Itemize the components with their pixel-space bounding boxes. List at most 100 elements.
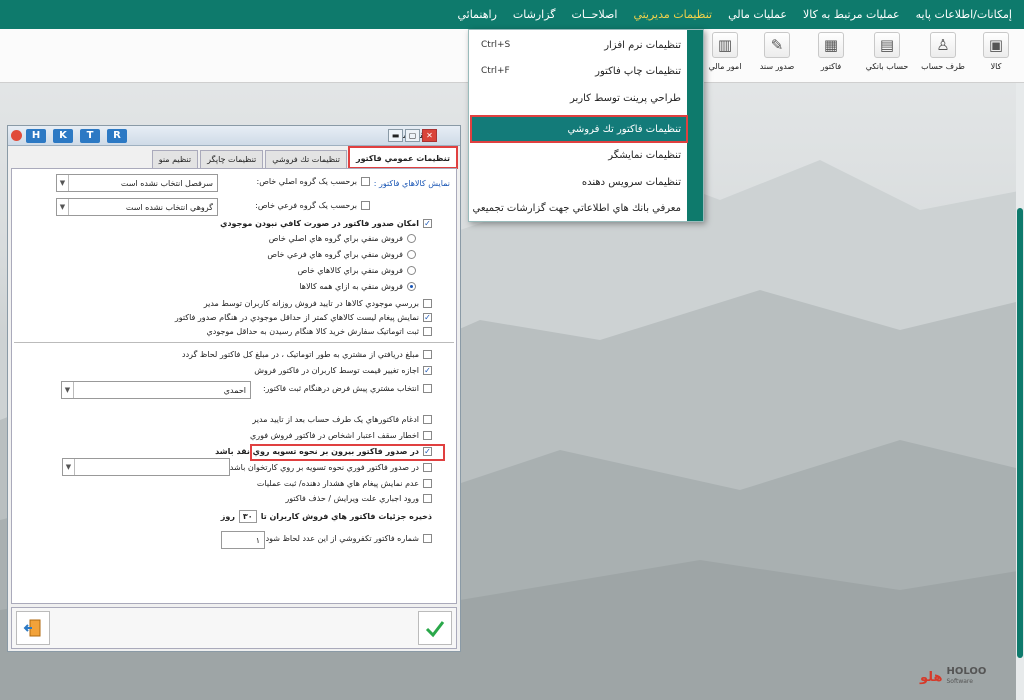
radio-sub-group-button[interactable] bbox=[407, 250, 416, 259]
sub-group-checkbox[interactable] bbox=[361, 201, 370, 210]
duplicate-number-row[interactable]: شماره فاكتور تكفروشي از اين عدد لحاظ شود bbox=[266, 534, 432, 543]
dd-databases[interactable]: معرفي بانك هاي اطلاعاتي جهت گزارشات تجمي… bbox=[471, 195, 687, 221]
radio-goods-button[interactable] bbox=[407, 266, 416, 275]
record-icon[interactable] bbox=[11, 130, 22, 141]
quick-settle-label: در صدور فاكتور فوري نحوه تسويه بر روي كا… bbox=[229, 463, 419, 472]
allow-invoice-checkbox[interactable]: ✓ bbox=[423, 219, 432, 228]
dd-server-settings[interactable]: تنظيمات سرويس دهنده bbox=[471, 169, 687, 195]
menu-goods-ops[interactable]: عمليات مرتبط به كالا bbox=[795, 0, 908, 29]
check-daily-row[interactable]: بررسي موجودي كالاها در تاييد فروش روزانه… bbox=[204, 299, 432, 308]
receipt-checkbox[interactable] bbox=[423, 350, 432, 359]
main-group-select[interactable]: سرفصل انتخاب نشده است ▼ bbox=[56, 174, 218, 192]
exit-button[interactable] bbox=[16, 611, 50, 645]
toolbar-goods-button[interactable]: ▣ كالا bbox=[973, 32, 1019, 78]
sub-group-select[interactable]: گروهي انتخاب نشده است ▼ bbox=[56, 198, 218, 216]
receipt-row[interactable]: مبلغ دريافتي از مشتري به طور اتوماتيک ، … bbox=[182, 350, 432, 359]
restore-icon[interactable]: ▢ bbox=[405, 129, 420, 142]
no-warn-checkbox[interactable] bbox=[423, 479, 432, 488]
dd-display-settings[interactable]: تنظيمات نمايشگر bbox=[471, 142, 687, 168]
menu-management-settings[interactable]: تنظيمات مديريتي bbox=[625, 0, 720, 29]
sub-group-value: گروهي انتخاب نشده است bbox=[125, 202, 213, 212]
menu-basic-info[interactable]: إمكانات/اطلاعات پايه bbox=[908, 0, 1020, 29]
toolbar-account-button[interactable]: ♙ طرف حساب bbox=[920, 32, 966, 78]
show-list-checkbox[interactable]: ✓ bbox=[423, 313, 432, 322]
auto-order-row[interactable]: ثبت اتوماتيک سفارش خريد كالا هنگام رسيدن… bbox=[207, 327, 432, 336]
sub-group-row[interactable]: برحسب يک گروه فرعي خاص: bbox=[255, 201, 370, 210]
menu-help[interactable]: راهنمائي bbox=[449, 0, 504, 29]
dialog-footer bbox=[11, 607, 457, 649]
merge-row[interactable]: ادغام فاكتورهاي يک طرف حساب بعد از تاييد… bbox=[252, 415, 432, 424]
save-details-suffix: روز bbox=[220, 512, 235, 521]
menu-corrections[interactable]: اصلاحــات bbox=[564, 0, 626, 29]
reason-required-row[interactable]: ورود اجباري علت ويرايش / حذف فاكتور bbox=[285, 494, 432, 503]
quick-settle-checkbox[interactable] bbox=[423, 463, 432, 472]
hotkey-r-button[interactable]: R bbox=[107, 129, 127, 143]
radio-main-group[interactable]: فروش منفي براي گروه هاي اصلي خاص bbox=[269, 234, 416, 243]
finance-icon: ▥ bbox=[712, 32, 738, 58]
dd-print-design-label: طراحي پرينت توسط كاربر bbox=[570, 92, 681, 104]
check-daily-checkbox[interactable] bbox=[423, 299, 432, 308]
exit-door-icon bbox=[23, 619, 41, 637]
credit-warn-row[interactable]: اخطار سقف اعتبار اشخاص در فاكتور فروش فو… bbox=[250, 431, 432, 440]
auto-order-checkbox[interactable] bbox=[423, 327, 432, 336]
confirm-button[interactable] bbox=[418, 611, 452, 645]
radio-all-goods[interactable]: فروش منفي به ازاي همه كالاها bbox=[299, 282, 416, 291]
radio-goods[interactable]: فروش منفي براي كالاهاي خاص bbox=[298, 266, 416, 275]
duplicate-number-checkbox[interactable] bbox=[423, 534, 432, 543]
dd-print-design[interactable]: طراحي پرينت توسط كاربر bbox=[471, 85, 687, 111]
hotkey-t-button[interactable]: T bbox=[80, 129, 100, 143]
toolbar-invoice-button[interactable]: ▦ فاكتور bbox=[808, 32, 854, 78]
allow-invoice-row[interactable]: ✓ امكان صدور فاكتور در صورت كافي نبودن م… bbox=[220, 219, 432, 228]
no-warn-row[interactable]: عدم نمايش پيغام هاي هشدار دهنده/ ثبت عمل… bbox=[257, 479, 432, 488]
save-details-days-input[interactable]: ٣٠ bbox=[238, 510, 257, 523]
logo-sub: Software bbox=[946, 678, 973, 685]
dd-software-settings[interactable]: تنظيمات نرم افزار Ctrl+S bbox=[471, 32, 687, 58]
default-customer-checkbox[interactable] bbox=[423, 384, 432, 393]
merge-checkbox[interactable] bbox=[423, 415, 432, 424]
main-group-checkbox[interactable] bbox=[361, 177, 370, 186]
minimize-icon[interactable]: ▬ bbox=[388, 129, 403, 142]
hotkey-k-button[interactable]: K bbox=[53, 129, 73, 143]
holoo-logo: هلو HOLOO Software bbox=[920, 662, 1010, 692]
menu-reports[interactable]: گزارشات bbox=[505, 0, 564, 29]
show-list-row[interactable]: ✓ نمايش پيغام ليست كالاهاي كمتر از حداقل… bbox=[175, 313, 432, 322]
tab-single-sale[interactable]: تنظيمات تك فروشي bbox=[265, 150, 348, 168]
allow-price-checkbox[interactable]: ✓ bbox=[423, 366, 432, 375]
reason-required-checkbox[interactable] bbox=[423, 494, 432, 503]
toolbar-bank-button[interactable]: ▤ حساب بانكي bbox=[864, 32, 910, 78]
default-customer-row[interactable]: انتخاب مشتري پيش فرض درهنگام ثبت فاكتور: bbox=[263, 384, 432, 393]
tab-panel: نمايش كالاهاي فاكتور : برحسب يک گروه اصل… bbox=[11, 168, 457, 604]
issue-outside-row[interactable]: ✓ در صدور فاكتور بيرون بر نحوه تسويه روي… bbox=[215, 447, 432, 456]
menu-financial-ops[interactable]: عمليات مالي bbox=[720, 0, 795, 29]
radio-all-goods-button[interactable] bbox=[407, 282, 416, 291]
toolbar-finance-label: امور مالي bbox=[708, 62, 742, 71]
duplicate-number-input[interactable]: ١ bbox=[221, 531, 265, 549]
radio-sub-group[interactable]: فروش منفي براي گروه هاي فرعي خاص bbox=[267, 250, 416, 259]
close-icon[interactable]: ✕ bbox=[422, 129, 437, 142]
issue-outside-label: در صدور فاكتور بيرون بر نحوه تسويه روي ن… bbox=[215, 447, 419, 456]
issue-outside-checkbox[interactable]: ✓ bbox=[423, 447, 432, 456]
dd-print-invoice-settings[interactable]: تنظيمات چاپ فاكتور Ctrl+F bbox=[471, 58, 687, 84]
hotkey-h-button[interactable]: H bbox=[26, 129, 46, 143]
credit-warn-checkbox[interactable] bbox=[423, 431, 432, 440]
scrollbar-thumb[interactable] bbox=[1017, 208, 1023, 658]
quick-settle-row[interactable]: در صدور فاكتور فوري نحوه تسويه بر روي كا… bbox=[230, 463, 432, 472]
allow-price-row[interactable]: ✓ اجازه تغيير قيمت توسط كاربران در فاكتو… bbox=[254, 366, 432, 375]
radio-main-group-label: فروش منفي براي گروه هاي اصلي خاص bbox=[268, 234, 403, 243]
chevron-down-icon: ▼ bbox=[57, 175, 69, 191]
main-group-row[interactable]: برحسب يک گروه اصلي خاص: bbox=[257, 177, 370, 186]
toolbar-account-label: طرف حساب bbox=[921, 62, 965, 71]
tab-general-invoice[interactable]: تنظيمات عمومي فاكتور bbox=[348, 146, 458, 169]
default-customer-select[interactable]: احمدي ▼ bbox=[61, 381, 251, 399]
sub-group-label: برحسب يک گروه فرعي خاص: bbox=[255, 201, 357, 210]
tab-menu[interactable]: تنظيم منو bbox=[151, 150, 199, 168]
toolbar-finance-button[interactable]: ▥ امور مالي bbox=[702, 32, 748, 78]
right-scrollbar[interactable] bbox=[1016, 83, 1024, 700]
dd-server-label: تنظيمات سرويس دهنده bbox=[581, 176, 681, 188]
radio-main-group-button[interactable] bbox=[407, 234, 416, 243]
dd-single-sale-settings[interactable]: تنظيمات فاكتور تك فروشي bbox=[470, 115, 688, 143]
toolbar-voucher-button[interactable]: ✎ صدور سند bbox=[754, 32, 800, 78]
quick-settle-select[interactable]: ▼ bbox=[62, 458, 230, 476]
tab-printer[interactable]: تنظيمات چاپگر bbox=[200, 150, 264, 168]
default-customer-value: احمدي bbox=[223, 385, 246, 395]
